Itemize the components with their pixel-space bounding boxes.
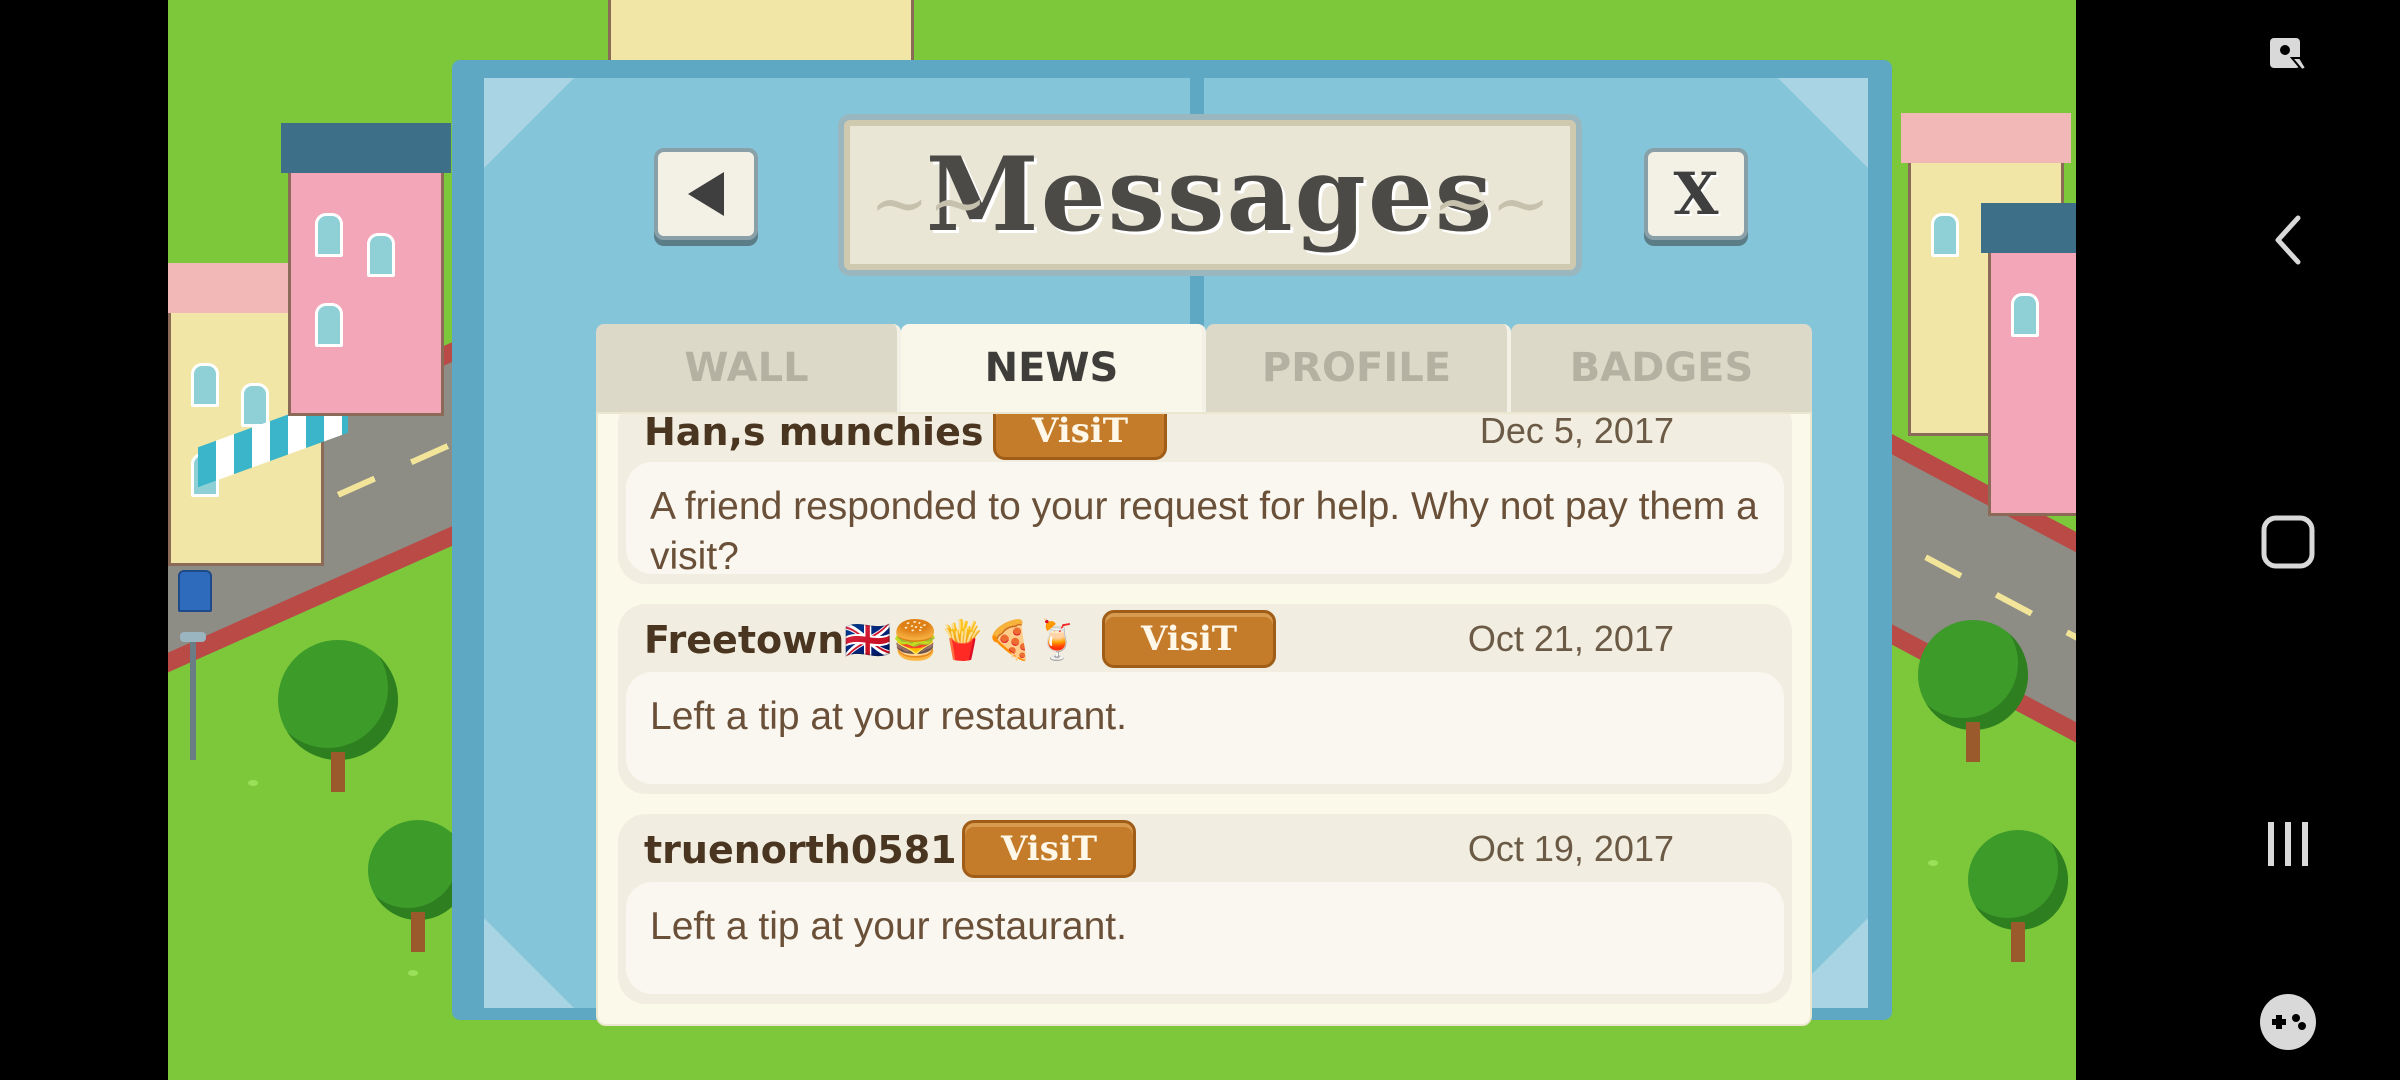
news-item: Han,s munchies VisiT Dec 5, 2017 A frien… [618, 412, 1792, 584]
building-pink-right [1981, 203, 2076, 516]
news-item-header: Freetown🇬🇧🍔🍟🍕🍹 VisiT Oct 21, 2017 [618, 604, 1792, 670]
screen-assist-icon [2270, 38, 2308, 72]
news-item-header: Han,s munchies VisiT Dec 5, 2017 [618, 412, 1792, 462]
window [367, 233, 395, 277]
swirl-ornament-icon: ~~ [870, 162, 988, 244]
home-nav-button[interactable] [2176, 502, 2400, 582]
window [241, 383, 269, 427]
tab-bar: WALL NEWS PROFILE BADGES [596, 324, 1812, 412]
roof [281, 123, 451, 173]
dialog-corner [484, 78, 574, 168]
grass-tuft [1928, 860, 1938, 866]
recents-nav-button[interactable] [2176, 804, 2400, 884]
message-text: A friend responded to your request for h… [626, 462, 1784, 578]
window [2011, 293, 2039, 337]
message-text: Left a tip at your restaurant. [626, 882, 1784, 994]
window [191, 363, 219, 407]
game-tools-button[interactable] [2176, 982, 2400, 1062]
news-list[interactable]: Han,s munchies VisiT Dec 5, 2017 A frien… [596, 412, 1812, 1026]
sender-name: Han,s munchies [644, 412, 984, 454]
window [315, 303, 343, 347]
close-button[interactable]: X [1644, 148, 1748, 240]
tree-crown [1968, 830, 2068, 930]
tree [1968, 830, 2068, 980]
system-nav-bar [2176, 0, 2400, 1080]
sender-name: truenorth0581 [644, 828, 957, 872]
grass-tuft [408, 970, 418, 976]
tab-profile[interactable]: PROFILE [1206, 324, 1511, 412]
dialog-corner [1778, 78, 1868, 168]
news-item: Freetown🇬🇧🍔🍟🍕🍹 VisiT Oct 21, 2017 Left a… [618, 604, 1792, 794]
street-lamp [180, 632, 206, 760]
dialog-corner [484, 918, 574, 1008]
close-icon: X [1673, 160, 1719, 228]
screen-assist-button[interactable] [2176, 16, 2400, 96]
tree [278, 640, 398, 810]
news-item-header: truenorth0581 VisiT Oct 19, 2017 [618, 814, 1792, 880]
back-chevron-icon [2275, 215, 2301, 265]
visit-button[interactable]: VisiT [1102, 610, 1277, 668]
back-button[interactable] [654, 148, 758, 240]
visit-button[interactable]: VisiT [993, 414, 1168, 460]
tab-badges[interactable]: BADGES [1511, 324, 1812, 412]
page-title: Messages [925, 135, 1495, 255]
tree-trunk [2011, 922, 2025, 962]
tree-trunk [1966, 722, 1980, 762]
roof [1981, 203, 2076, 253]
message-date: Dec 5, 2017 [1479, 412, 1674, 451]
message-date: Oct 21, 2017 [1467, 618, 1674, 659]
tree-crown [1918, 620, 2028, 730]
message-text: Left a tip at your restaurant. [626, 672, 1784, 784]
title-plate: ~~ Messages ~~ [844, 120, 1576, 270]
news-item: truenorth0581 VisiT Oct 19, 2017 Left a … [618, 814, 1792, 1004]
tree-trunk [411, 912, 425, 952]
back-nav-button[interactable] [2176, 200, 2400, 280]
home-square-icon [2261, 515, 2315, 569]
roof [1901, 113, 2071, 163]
tree-crown [278, 640, 398, 760]
swirl-ornament-icon: ~~ [1432, 162, 1550, 244]
tab-wall[interactable]: WALL [596, 324, 901, 412]
message-date: Oct 19, 2017 [1467, 828, 1674, 869]
dialog-body: ~~ Messages ~~ X WALL NEWS PROFILE BADGE… [480, 74, 1872, 1026]
sender-name: Freetown🇬🇧🍔🍟🍕🍹 [644, 618, 1081, 662]
recents-icon [2268, 822, 2308, 866]
window [1931, 213, 1959, 257]
window [315, 213, 343, 257]
building-top [608, 0, 914, 66]
building-pink-left [281, 123, 451, 416]
visit-button[interactable]: VisiT [962, 820, 1137, 878]
mailbox [178, 570, 212, 612]
game-tools-icon [2260, 994, 2316, 1050]
tree-trunk [331, 752, 345, 792]
grass-tuft [248, 780, 258, 786]
triangle-left-icon [688, 172, 724, 216]
messages-dialog: ~~ Messages ~~ X WALL NEWS PROFILE BADGE… [452, 60, 1892, 1026]
tab-news[interactable]: NEWS [901, 324, 1206, 412]
tree [1918, 620, 2028, 780]
